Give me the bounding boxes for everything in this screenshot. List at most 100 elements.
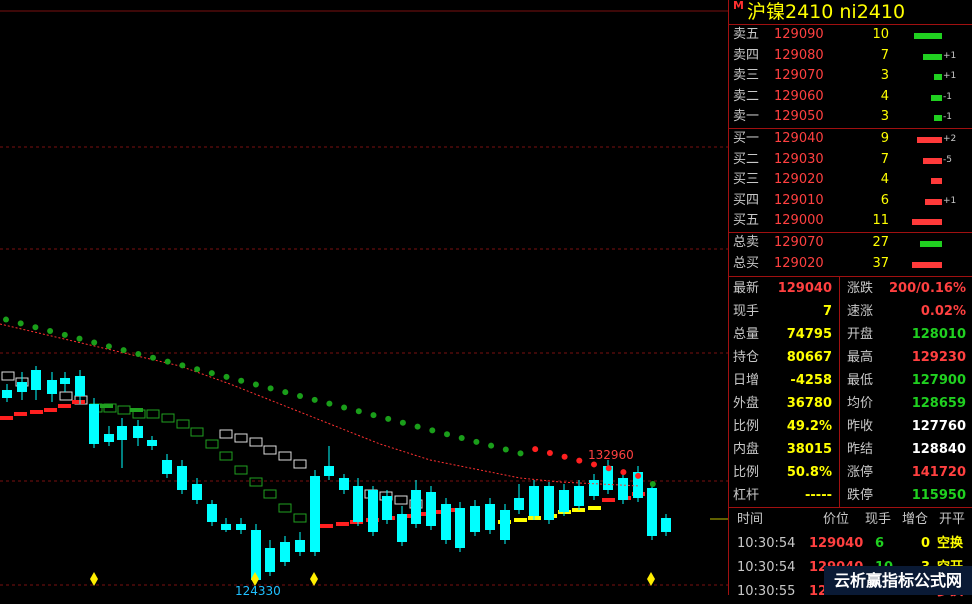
- trend-dot: [502, 446, 509, 453]
- orderbook-row[interactable]: 买五 129000 11: [729, 211, 972, 232]
- level-price: 129080: [774, 47, 824, 63]
- trail-box: [263, 445, 277, 455]
- candle-body: [265, 548, 275, 572]
- trend-dot: [355, 408, 362, 415]
- trail-step: [0, 416, 13, 420]
- candle-body: [529, 486, 539, 516]
- level-change: -5: [943, 154, 952, 165]
- quote-label: 持仓: [733, 350, 760, 366]
- quote-row: 日增 -4258 最低 127900: [729, 369, 972, 392]
- candle-body: [75, 376, 85, 396]
- level-label: 总买: [733, 255, 760, 271]
- trend-dot: [105, 343, 112, 350]
- trail-step: [336, 522, 349, 526]
- trail-box: [278, 451, 292, 461]
- candle-body: [236, 524, 246, 530]
- candle-body: [17, 382, 27, 392]
- candle-body: [441, 504, 451, 540]
- tick-price: 129040: [809, 536, 864, 552]
- kline-chart[interactable]: 132960 124330: [0, 0, 728, 595]
- quote-label: 比例: [733, 419, 760, 435]
- signal-diamond: [90, 572, 98, 586]
- level-volume-bar: [914, 33, 942, 39]
- trend-dot: [311, 396, 318, 403]
- orderbook-row[interactable]: 买四 129010 6 +1: [729, 191, 972, 212]
- orderbook-row[interactable]: 买三 129020 4: [729, 170, 972, 191]
- level-volume-bar: [920, 240, 942, 247]
- trend-dot: [267, 385, 274, 392]
- level-qty: 3: [880, 68, 889, 84]
- tick-row[interactable]: 10:30:54 129040 6 0 空换: [729, 532, 972, 556]
- candle-body: [574, 486, 584, 506]
- candle-body: [89, 404, 99, 444]
- quote-label-2: 最低: [847, 373, 874, 389]
- tick-header-time: 时间: [737, 512, 764, 528]
- quote-row: 外盘 36780 均价 128659: [729, 392, 972, 415]
- quote-value-2: 128659: [911, 396, 966, 412]
- level-price: 129060: [774, 88, 824, 104]
- orderbook-row[interactable]: 总买 129020 37: [729, 254, 972, 275]
- level-price: 129070: [774, 234, 824, 250]
- low-price-label: 124330: [235, 584, 281, 595]
- quote-label-2: 昨收: [847, 419, 874, 435]
- trail-box: [176, 419, 190, 429]
- orderbook-row[interactable]: 卖二 129060 4 -1: [729, 87, 972, 108]
- candle-body: [162, 460, 172, 474]
- quote-value-2: 0.02%: [920, 304, 966, 320]
- orderbook-row[interactable]: 买二 129030 7 -5: [729, 150, 972, 171]
- trend-dot: [399, 419, 406, 426]
- tick-header-hand: 现手: [865, 512, 892, 528]
- trend-dot: [120, 347, 127, 354]
- level-qty: 4: [880, 172, 889, 188]
- trail-box: [394, 495, 408, 505]
- orderbook-row[interactable]: 卖五 129090 10: [729, 25, 972, 46]
- quote-row: 总量 74795 开盘 128010: [729, 323, 972, 346]
- trend-dot: [488, 442, 495, 449]
- trend-dot: [546, 449, 553, 456]
- quote-value: -4258: [790, 373, 832, 389]
- candle-body: [514, 498, 524, 510]
- quote-value: -----: [805, 488, 832, 504]
- level-qty: 7: [880, 151, 889, 167]
- order-totals: 总卖 129070 27 总买 129020 37: [729, 231, 972, 275]
- trend-dot: [164, 358, 171, 365]
- quote-label-2: 涨停: [847, 465, 874, 481]
- trail-step: [72, 400, 85, 404]
- trail-step: [100, 404, 113, 408]
- quote-row: 持仓 80667 最高 129230: [729, 346, 972, 369]
- orderbook-row[interactable]: 卖三 129070 3 +1: [729, 66, 972, 87]
- trend-dot: [47, 328, 54, 335]
- ask-levels: 卖五 129090 10 卖四 129080 7 +1 卖三 129070 3 +1 卖二 129060…: [729, 25, 972, 128]
- orderbook-row[interactable]: 卖四 129080 7 +1: [729, 46, 972, 67]
- level-price: 129020: [774, 172, 824, 188]
- quote-label-2: 开盘: [847, 327, 874, 343]
- tick-add: 0: [921, 536, 931, 552]
- candle-body: [31, 370, 41, 390]
- tick-header-add: 增仓: [902, 512, 929, 528]
- quote-row: 内盘 38015 昨结 128840: [729, 438, 972, 461]
- candle-body: [133, 426, 143, 438]
- level-volume-bar: [923, 53, 942, 60]
- watermark: 云析赢指标公式网: [824, 566, 972, 595]
- orderbook-row[interactable]: 总卖 129070 27: [729, 233, 972, 254]
- quote-panel: M 沪镍2410 ni2410 卖五 129090 10 卖四 129080 7 +1 卖三 1…: [728, 0, 972, 599]
- trail-step: [130, 408, 143, 412]
- candle-body: [117, 426, 127, 440]
- candle-body: [324, 466, 334, 476]
- orderbook-row[interactable]: 卖一 129050 3 -1: [729, 107, 972, 128]
- quote-label: 比例: [733, 465, 760, 481]
- candle-body: [368, 490, 378, 532]
- trend-dot: [179, 362, 186, 369]
- orderbook-row[interactable]: 买一 129040 9 +2: [729, 129, 972, 150]
- quote-value: 36780: [786, 396, 832, 412]
- level-label: 买一: [733, 130, 760, 146]
- signal-diamond: [310, 572, 318, 586]
- candle-body: [426, 492, 436, 526]
- level-volume-bar: [934, 115, 942, 122]
- trail-box: [278, 503, 292, 513]
- trend-dot: [458, 435, 465, 442]
- level-change: +1: [943, 195, 957, 206]
- level-label: 总卖: [733, 234, 760, 250]
- trail-box: [117, 405, 131, 415]
- quote-value: 49.2%: [786, 419, 832, 435]
